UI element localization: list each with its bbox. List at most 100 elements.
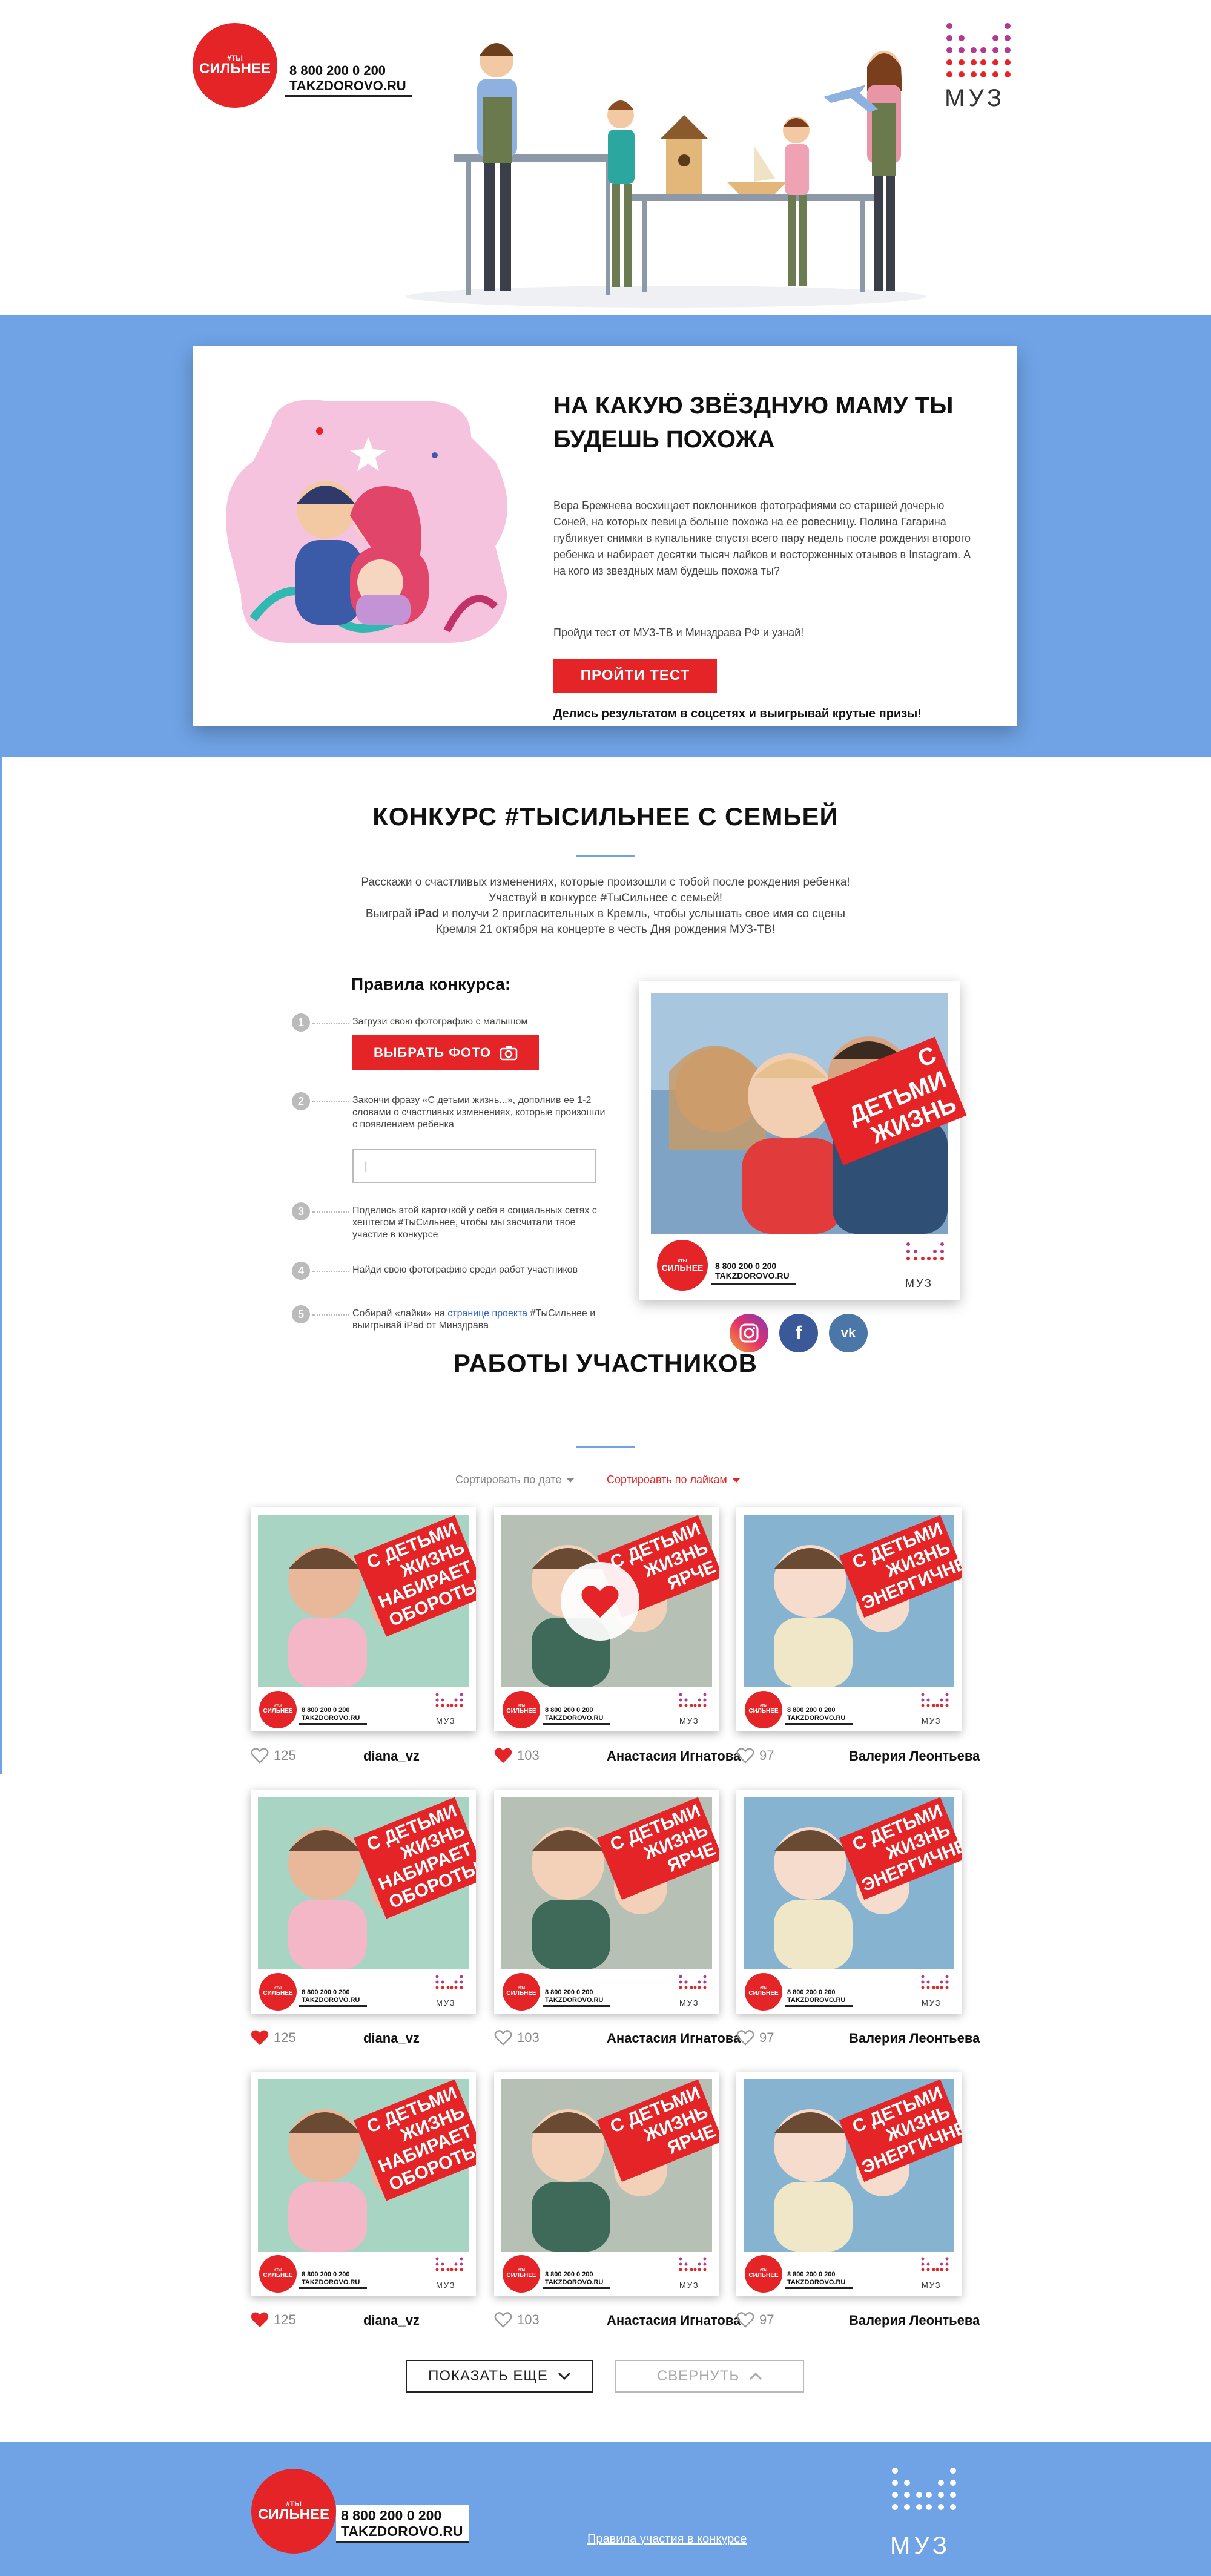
instagram-icon[interactable] bbox=[730, 1314, 768, 1352]
participant-card-footer: #ТЫ СИЛЬНЕЕ 8 800 200 0 200 TAKZDOROVO.RU МУ… bbox=[736, 1969, 962, 2014]
footer-phone-box: 8 800 200 0 200 TAKZDOROVO.RU bbox=[336, 2505, 469, 2543]
card-site: TAKZDOROVO.RU bbox=[787, 1996, 846, 2004]
like-button[interactable]: 103 bbox=[494, 2029, 540, 2046]
card-phone: 8 800 200 0 200 bbox=[787, 1707, 836, 1714]
like-count: 125 bbox=[274, 2029, 296, 2045]
footer-muz-text: МУЗ bbox=[890, 2532, 951, 2559]
sample-contest-card: С ДЕТЬМИ ЖИЗНЬ #ТЫ СИЛЬНЕЕ 8 800 200 0 2… bbox=[639, 981, 967, 1300]
participant-card[interactable]: С ДЕТЬМИ ЖИЗНЬ ЭНЕРГИЧНЕЙ #ТЫ СИЛЬНЕЕ 8 800… bbox=[736, 1790, 962, 2014]
card-logo: #ТЫ СИЛЬНЕЕ bbox=[745, 1691, 782, 1728]
step-2-number: 2 bbox=[292, 1092, 310, 1110]
quiz-section: НА КАКУЮ ЗВЁЗДНУЮ МАМУ ТЫ БУДЕШЬ ПОХОЖА … bbox=[0, 315, 1211, 757]
card-muz-logo bbox=[921, 1975, 949, 1989]
chevron-down-icon bbox=[731, 1478, 741, 1483]
card-site: TAKZDOROVO.RU bbox=[787, 2278, 846, 2286]
show-more-button[interactable]: ПОКАЗАТЬ ЕЩЕ bbox=[406, 2360, 593, 2393]
take-test-button[interactable]: ПРОЙТИ ТЕСТ bbox=[553, 659, 717, 693]
participant-name: Валерия Леонтьева bbox=[849, 2313, 980, 2328]
participant-card[interactable]: С ДЕТЬМИ ЖИЗНЬ ЭНЕРГИЧНЕЙ #ТЫ СИЛЬНЕЕ 8 800… bbox=[736, 2072, 962, 2296]
logo-word: СИЛЬНЕЕ bbox=[199, 61, 271, 77]
like-count: 103 bbox=[517, 2029, 540, 2045]
like-button[interactable]: 103 bbox=[494, 2311, 540, 2328]
step-3-number: 3 bbox=[292, 1202, 310, 1220]
card-muz-logo bbox=[435, 1975, 463, 1989]
participant-card[interactable]: С ДЕТЬМИ ЖИЗНЬ НАБИРАЕТ ОБОРОТЫ #ТЫ СИЛЬНЕ… bbox=[251, 1790, 476, 2014]
rules-title: Правила конкурса: bbox=[351, 975, 511, 993]
facebook-icon[interactable]: f bbox=[779, 1314, 818, 1352]
chevron-down-icon bbox=[558, 2372, 570, 2380]
footer-muz-logo[interactable] bbox=[890, 2466, 963, 2526]
sort-by-date[interactable]: Сортировать по дате bbox=[455, 1474, 575, 1486]
participant-meta: 125 diana_vz bbox=[251, 2309, 481, 2333]
like-count: 97 bbox=[759, 1747, 774, 1763]
muz-tv-logo[interactable] bbox=[945, 21, 1017, 82]
participant-card[interactable]: С ДЕТЬМИ ЖИЗНЬ НАБИРАЕТ ОБОРОТЫ #ТЫ СИЛЬНЕ… bbox=[251, 2072, 476, 2296]
quiz-share-text: Делись результатом в соцсетях и выигрыва… bbox=[553, 707, 922, 720]
contest-intro-line-3: Выиграй iPad и получи 2 пригласительных … bbox=[303, 906, 908, 922]
project-page-link[interactable]: странице проекта bbox=[447, 1308, 527, 1319]
show-more-label: ПОКАЗАТЬ ЕЩЕ bbox=[428, 2368, 548, 2384]
card-phone: 8 800 200 0 200 bbox=[545, 1989, 593, 1996]
mother-father-baby-illustration bbox=[226, 400, 507, 643]
heart-outline-icon bbox=[494, 2030, 512, 2046]
card-logo-word: СИЛЬНЕЕ bbox=[263, 1707, 293, 1715]
card-phone-box: 8 800 200 0 200 TAKZDOROVO.RU bbox=[543, 1705, 610, 1725]
sample-site: TAKZDOROVO.RU bbox=[715, 1271, 790, 1281]
logo-phone-box: 8 800 200 0 200 TAKZDOROVO.RU bbox=[285, 61, 412, 97]
collapse-button[interactable]: СВЕРНУТЬ bbox=[615, 2360, 804, 2393]
card-muz-text: МУЗ bbox=[922, 2281, 942, 2290]
participant-card[interactable]: С ДЕТЬМИ ЖИЗНЬ ЯРЧЕ #ТЫ СИЛЬНЕЕ 8 800 200 0… bbox=[494, 2072, 719, 2296]
participant-card[interactable]: С ДЕТЬМИ ЖИЗНЬ НАБИРАЕТ ОБОРОТЫ #ТЫ СИЛЬНЕ… bbox=[251, 1507, 476, 1731]
participant-card[interactable]: С ДЕТЬМИ ЖИЗНЬ ЭНЕРГИЧНЕЙ #ТЫ СИЛЬНЕЕ 8 800… bbox=[736, 1507, 962, 1731]
like-button[interactable]: 125 bbox=[251, 2029, 296, 2046]
heart-outline-icon bbox=[736, 1748, 754, 1764]
heart-outline-icon bbox=[251, 1748, 269, 1764]
contest-title: КОНКУРС #ТЫСИЛЬНЕЕ С СЕМЬЕЙ bbox=[372, 802, 839, 831]
contest-intro-3c: и получи 2 пригласительных в Кремль, что… bbox=[438, 908, 846, 920]
sample-logo-word: СИЛЬНЕЕ bbox=[661, 1262, 704, 1273]
participant-meta: 97 Валерия Леонтьева bbox=[736, 1745, 980, 1769]
step-1-number: 1 bbox=[292, 1013, 310, 1032]
camera-icon bbox=[500, 1046, 518, 1061]
card-logo: #ТЫ СИЛЬНЕЕ bbox=[745, 1973, 782, 2011]
phrase-input[interactable] bbox=[352, 1149, 596, 1183]
participant-card[interactable]: С ДЕТЬМИ ЖИЗНЬ ЯРЧЕ #ТЫ СИЛЬНЕЕ 8 800 200 0… bbox=[494, 1507, 719, 1731]
participant-card-footer: #ТЫ СИЛЬНЕЕ 8 800 200 0 200 TAKZDOROVO.RU МУ… bbox=[251, 2252, 476, 2296]
participant-card[interactable]: С ДЕТЬМИ ЖИЗНЬ ЯРЧЕ #ТЫ СИЛЬНЕЕ 8 800 200 0… bbox=[494, 1790, 719, 2014]
sort-by-likes[interactable]: Сортироавть по лайкам bbox=[607, 1474, 741, 1486]
contest-rules-link[interactable]: Правила участия в конкурсе bbox=[587, 2532, 747, 2546]
heart-icon bbox=[494, 1748, 512, 1764]
footer-phone: 8 800 200 0 200 bbox=[341, 2508, 442, 2523]
chevron-down-icon bbox=[566, 1478, 575, 1483]
participant-name: diana_vz bbox=[363, 2031, 420, 2046]
card-muz-text: МУЗ bbox=[922, 1716, 942, 1725]
like-button[interactable]: 125 bbox=[251, 2311, 296, 2328]
participant-name: Валерия Леонтьева bbox=[849, 2031, 980, 2046]
choose-photo-button[interactable]: ВЫБРАТЬ ФОТО bbox=[352, 1035, 539, 1070]
like-overlay[interactable] bbox=[561, 1562, 639, 1641]
card-logo-word: СИЛЬНЕЕ bbox=[263, 1989, 293, 1997]
card-logo: #ТЫ СИЛЬНЕЕ bbox=[503, 2255, 540, 2293]
card-phone: 8 800 200 0 200 bbox=[545, 1707, 593, 1714]
footer-logo[interactable]: #ТЫ СИЛЬНЕЕ bbox=[251, 2469, 336, 2554]
participant-meta: 97 Валерия Леонтьева bbox=[736, 2027, 980, 2051]
like-button[interactable]: 103 bbox=[494, 1747, 540, 1764]
participant-meta: 103 Анастасия Игнатова bbox=[494, 1745, 741, 1769]
step-3-dash bbox=[312, 1211, 349, 1213]
vk-icon[interactable]: vk bbox=[829, 1314, 868, 1352]
card-logo: #ТЫ СИЛЬНЕЕ bbox=[259, 1691, 297, 1728]
card-logo-word: СИЛЬНЕЕ bbox=[506, 1989, 536, 1997]
like-button[interactable]: 97 bbox=[736, 1747, 774, 1764]
contest-intro-line-4: Кремля 21 октября на концерте в честь Дн… bbox=[436, 923, 775, 936]
like-count: 125 bbox=[274, 1747, 296, 1763]
like-button[interactable]: 125 bbox=[251, 1747, 296, 1764]
step-4-text: Найди свою фотографию среди работ участн… bbox=[352, 1265, 578, 1275]
like-button[interactable]: 97 bbox=[736, 2029, 774, 2046]
participant-name: diana_vz bbox=[363, 2313, 420, 2328]
card-phone: 8 800 200 0 200 bbox=[302, 1707, 350, 1714]
tysilnee-logo[interactable]: #ТЫ СИЛЬНЕЕ bbox=[193, 23, 277, 108]
sort-likes-label: Сортироавть по лайкам bbox=[607, 1474, 727, 1486]
step-1-text: Загрузи свою фотографию с малышом bbox=[352, 1016, 528, 1027]
card-muz-logo bbox=[435, 1693, 463, 1707]
like-button[interactable]: 97 bbox=[736, 2311, 774, 2328]
